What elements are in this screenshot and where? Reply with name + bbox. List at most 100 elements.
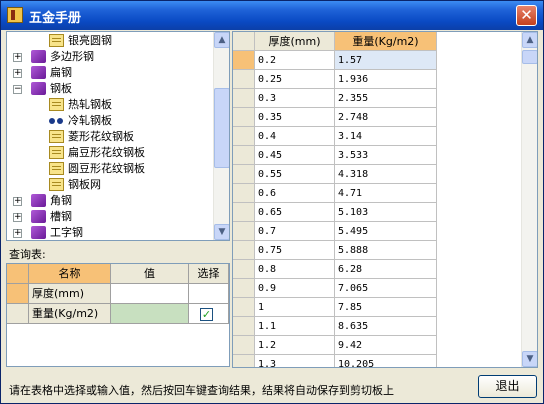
results-weight-cell[interactable]: 6.28 [335, 260, 437, 279]
tree-item[interactable]: 菱形花纹钢板 [7, 129, 213, 145]
category-tree[interactable]: ▲ ▼ 银亮圆钢 + 多边形钢 + 扁钢 − 钢板 热轧钢板 冷轧钢板 菱形花纹钢板 扁豆形花纹钢板… [6, 31, 230, 241]
results-thickness-cell[interactable]: 0.2 [255, 51, 335, 70]
results-row-header[interactable] [233, 298, 255, 317]
results-thickness-cell[interactable]: 0.65 [255, 203, 335, 222]
results-row-header[interactable] [233, 355, 255, 367]
tree-item[interactable]: 钢板网 [7, 177, 213, 193]
query-name-cell: 重量(Kg/m2) [29, 304, 111, 324]
results-thickness-cell[interactable]: 0.7 [255, 222, 335, 241]
results-thickness-cell[interactable]: 0.3 [255, 89, 335, 108]
results-weight-cell[interactable]: 9.42 [335, 336, 437, 355]
results-weight-cell[interactable]: 2.355 [335, 89, 437, 108]
results-weight-cell[interactable]: 7.85 [335, 298, 437, 317]
results-thickness-cell[interactable]: 0.35 [255, 108, 335, 127]
results-weight-cell[interactable]: 5.888 [335, 241, 437, 260]
tree-item[interactable]: 热轧钢板 [7, 97, 213, 113]
results-row-header[interactable] [233, 51, 255, 70]
query-header-value: 值 [111, 264, 189, 284]
tree-item[interactable]: 圆豆形花纹钢板 [7, 161, 213, 177]
title-bar[interactable]: 五金手册 ✕ [1, 1, 543, 30]
tree-scrollbar[interactable]: ▲ ▼ [213, 32, 229, 240]
exit-button[interactable]: 退出 [478, 375, 537, 398]
results-scrollbar[interactable]: ▲ ▼ [521, 32, 537, 367]
results-weight-cell[interactable]: 4.318 [335, 165, 437, 184]
results-row-header[interactable] [233, 317, 255, 336]
collapse-icon[interactable]: − [13, 85, 22, 94]
results-thickness-cell[interactable]: 1.1 [255, 317, 335, 336]
expand-icon[interactable]: + [13, 197, 22, 206]
tree-item[interactable]: + 角钢 [7, 193, 213, 209]
results-weight-cell[interactable]: 3.14 [335, 127, 437, 146]
results-weight-cell[interactable]: 4.71 [335, 184, 437, 203]
tree-item[interactable]: + 槽钢 [7, 209, 213, 225]
query-select-cell[interactable] [189, 284, 229, 304]
results-row-header[interactable] [233, 146, 255, 165]
purple-book-icon [31, 82, 46, 95]
scroll-down-button[interactable]: ▼ [214, 224, 229, 240]
results-row-header[interactable] [233, 70, 255, 89]
query-row-header[interactable] [7, 304, 29, 324]
results-weight-cell[interactable]: 1.936 [335, 70, 437, 89]
query-select-cell[interactable]: ✓ [189, 304, 229, 324]
tree-item[interactable]: 银亮圆钢 [7, 33, 213, 49]
tree-item[interactable]: − 钢板 [7, 81, 213, 97]
results-weight-cell[interactable]: 5.103 [335, 203, 437, 222]
expand-icon[interactable]: + [13, 229, 22, 238]
tree-item[interactable]: + 工字钢 [7, 225, 213, 240]
results-thickness-cell[interactable]: 0.55 [255, 165, 335, 184]
tree-item[interactable]: + 扁钢 [7, 65, 213, 81]
tree-item[interactable]: 冷轧钢板 [7, 113, 213, 129]
tree-item[interactable]: 扁豆形花纹钢板 [7, 145, 213, 161]
tree-item-label: 扁豆形花纹钢板 [68, 146, 145, 159]
results-row-header[interactable] [233, 165, 255, 184]
query-value-cell[interactable] [111, 284, 189, 304]
results-row-header[interactable] [233, 184, 255, 203]
results-thickness-cell[interactable]: 0.4 [255, 127, 335, 146]
results-weight-cell[interactable]: 10.205 [335, 355, 437, 367]
results-thickness-cell[interactable]: 0.9 [255, 279, 335, 298]
results-weight-cell[interactable]: 7.065 [335, 279, 437, 298]
tree-item-label: 扁钢 [50, 66, 72, 79]
results-weight-cell[interactable]: 8.635 [335, 317, 437, 336]
results-row-header[interactable] [233, 127, 255, 146]
results-thickness-cell[interactable]: 0.6 [255, 184, 335, 203]
expand-icon[interactable]: + [13, 53, 22, 62]
close-button[interactable]: ✕ [516, 5, 537, 26]
results-weight-cell[interactable]: 3.533 [335, 146, 437, 165]
results-weight-cell[interactable]: 1.57 [335, 51, 437, 70]
results-header-weight[interactable]: 重量(Kg/m2) [335, 32, 437, 51]
results-thickness-cell[interactable]: 0.45 [255, 146, 335, 165]
results-thickness-cell[interactable]: 0.75 [255, 241, 335, 260]
scroll-thumb[interactable] [522, 50, 537, 64]
tree-item-label: 槽钢 [50, 210, 72, 223]
results-row-header[interactable] [233, 336, 255, 355]
results-thickness-cell[interactable]: 0.25 [255, 70, 335, 89]
yellow-book-icon [49, 130, 64, 143]
results-thickness-cell[interactable]: 1.2 [255, 336, 335, 355]
results-row-header[interactable] [233, 108, 255, 127]
results-weight-cell[interactable]: 5.495 [335, 222, 437, 241]
results-thickness-cell[interactable]: 1.3 [255, 355, 335, 367]
results-thickness-cell[interactable]: 0.8 [255, 260, 335, 279]
glasses-icon [49, 114, 64, 127]
results-thickness-cell[interactable]: 1 [255, 298, 335, 317]
expand-icon[interactable]: + [13, 69, 22, 78]
scroll-down-button[interactable]: ▼ [522, 351, 537, 367]
query-value-cell[interactable] [111, 304, 189, 324]
results-header-thickness[interactable]: 厚度(mm) [255, 32, 335, 51]
results-row-header[interactable] [233, 260, 255, 279]
expand-icon[interactable]: + [13, 213, 22, 222]
results-row-header[interactable] [233, 241, 255, 260]
results-row-header[interactable] [233, 279, 255, 298]
results-row-header[interactable] [233, 203, 255, 222]
query-name-cell: 厚度(mm) [29, 284, 111, 304]
results-weight-cell[interactable]: 2.748 [335, 108, 437, 127]
results-row-header[interactable] [233, 222, 255, 241]
scroll-thumb[interactable] [214, 88, 229, 168]
results-row-header[interactable] [233, 89, 255, 108]
select-checkbox[interactable]: ✓ [200, 308, 213, 321]
query-row-header[interactable] [7, 284, 29, 304]
scroll-up-button[interactable]: ▲ [214, 32, 229, 48]
tree-item[interactable]: + 多边形钢 [7, 49, 213, 65]
scroll-up-button[interactable]: ▲ [522, 32, 537, 48]
